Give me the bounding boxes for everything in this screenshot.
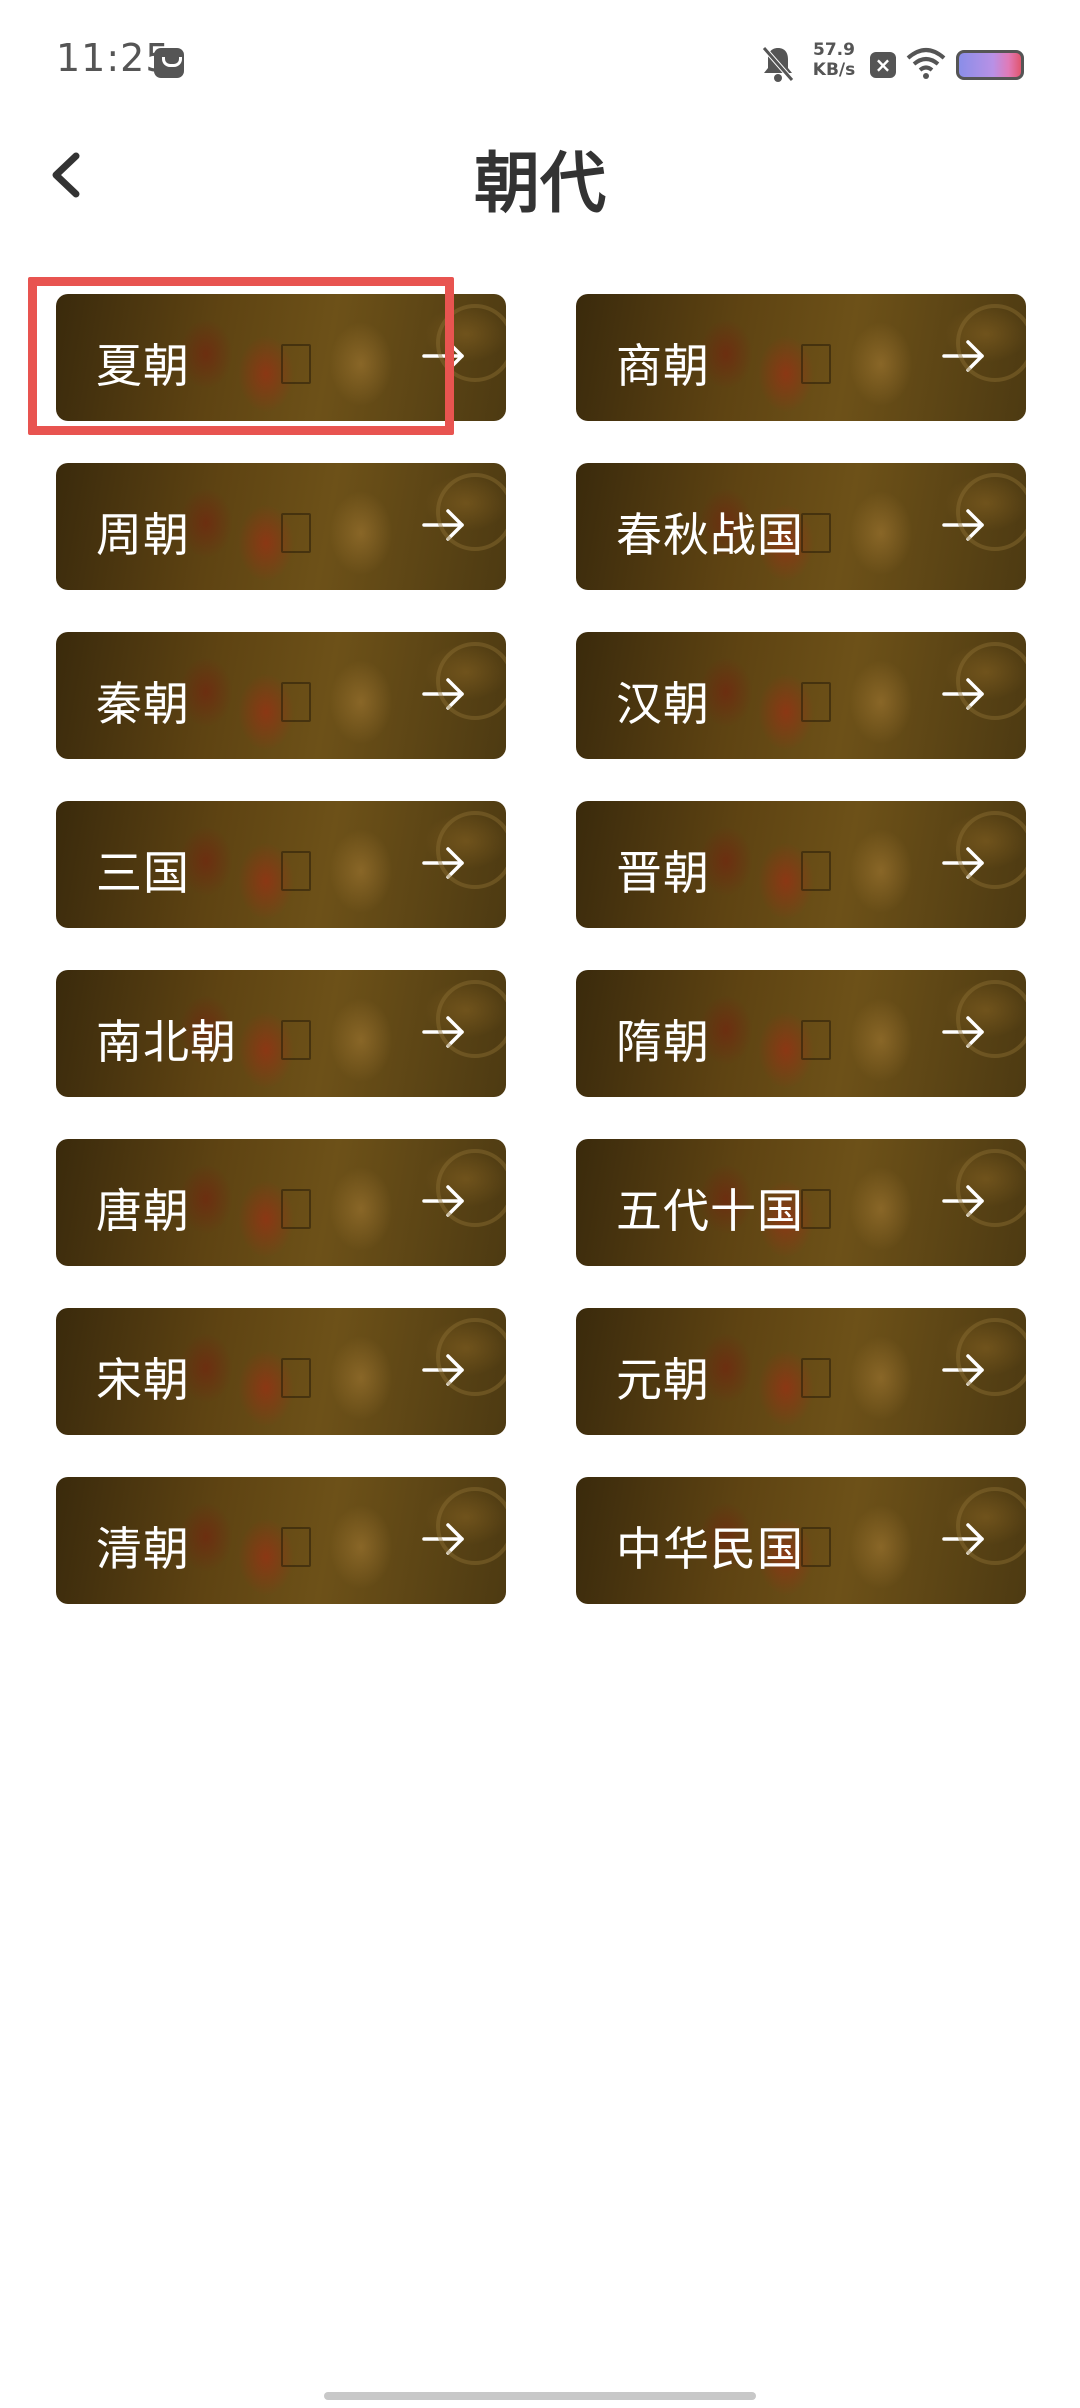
arrow-right-icon [422,678,464,710]
dynasty-card-label: 清朝 [96,1522,190,1576]
dynasty-card-label: 元朝 [616,1353,710,1407]
dynasty-grid: 夏朝 商朝周朝 春秋战国秦朝 汉朝三国 晋朝南北朝 隋朝唐朝 五代十国宋朝 元朝清朝 中华民国 [56,294,1026,1604]
dynasty-card-label: 中华民国 [616,1522,804,1576]
arrow-right-icon [422,1354,464,1386]
arrow-right-icon [942,1016,984,1048]
dynasty-card-label: 周朝 [96,508,190,562]
arrow-right-icon [422,509,464,541]
dynasty-card-label: 秦朝 [96,677,190,731]
arrow-right-icon [422,1523,464,1555]
message-icon [154,48,184,78]
arrow-right-icon [942,847,984,879]
dynasty-card[interactable]: 中华民国 [576,1477,1026,1604]
speed-value: 57.9 [813,40,855,60]
dynasty-card[interactable]: 五代十国 [576,1139,1026,1266]
dynasty-card[interactable]: 唐朝 [56,1139,506,1266]
dynasty-card[interactable]: 晋朝 [576,801,1026,928]
status-icons: 57.9 KB/s × [760,40,1024,90]
battery-icon [956,50,1024,80]
dynasty-card-label: 隋朝 [616,1015,710,1069]
arrow-right-icon [942,340,984,372]
speed-unit: KB/s [812,60,856,80]
dynasty-card-label: 夏朝 [96,339,190,393]
dynasty-card-label: 唐朝 [96,1184,190,1238]
arrow-right-icon [422,1016,464,1048]
arrow-right-icon [422,340,464,372]
status-bar: 11:25 57.9 KB/s × [0,0,1080,125]
dynasty-card[interactable]: 汉朝 [576,632,1026,759]
dynasty-card[interactable]: 元朝 [576,1308,1026,1435]
dynasty-card[interactable]: 周朝 [56,463,506,590]
dynasty-card-label: 商朝 [616,339,710,393]
page-title: 朝代 [474,145,606,222]
dynasty-card[interactable]: 隋朝 [576,970,1026,1097]
dynasty-card[interactable]: 南北朝 [56,970,506,1097]
dynasty-card[interactable]: 春秋战国 [576,463,1026,590]
dynasty-card[interactable]: 秦朝 [56,632,506,759]
network-speed: 57.9 KB/s [808,40,860,80]
arrow-right-icon [422,847,464,879]
arrow-right-icon [942,678,984,710]
dynasty-card[interactable]: 清朝 [56,1477,506,1604]
dynasty-card-label: 汉朝 [616,677,710,731]
arrow-right-icon [942,1523,984,1555]
dynasty-card[interactable]: 宋朝 [56,1308,506,1435]
dynasty-card-label: 五代十国 [616,1184,804,1238]
dynasty-card[interactable]: 夏朝 [56,294,506,421]
dynasty-card-label: 晋朝 [616,846,710,900]
page: 11:25 57.9 KB/s × 朝代 夏朝 商朝 周朝 春秋战国 秦朝 汉朝… [0,0,1080,2408]
arrow-right-icon [942,509,984,541]
home-indicator[interactable] [324,2392,756,2400]
dynasty-card[interactable]: 三国 [56,801,506,928]
x-box-icon: × [870,52,896,78]
dynasty-card[interactable]: 商朝 [576,294,1026,421]
arrow-right-icon [422,1185,464,1217]
arrow-right-icon [942,1354,984,1386]
dynasty-card-label: 南北朝 [96,1015,237,1069]
arrow-right-icon [942,1185,984,1217]
dynasty-card-label: 宋朝 [96,1353,190,1407]
dynasty-card-label: 三国 [96,846,190,900]
dynasty-card-label: 春秋战国 [616,508,804,562]
bell-off-icon [762,46,794,82]
wifi-icon [906,48,946,79]
